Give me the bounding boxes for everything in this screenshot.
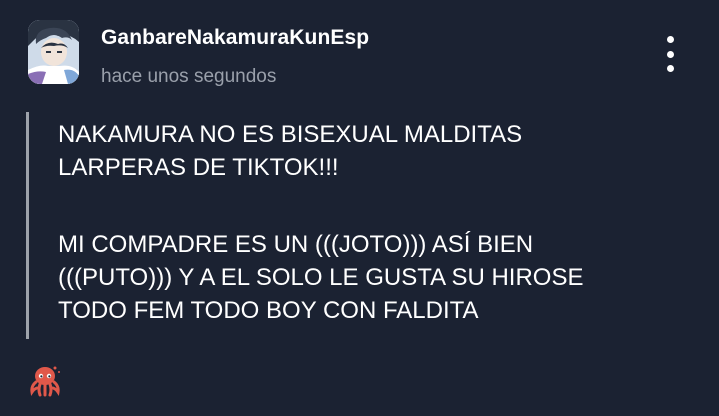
post-timestamp: hace unos segundos xyxy=(101,66,277,87)
post-line: LARPERAS DE TIKTOK!!! xyxy=(58,154,339,181)
post-line: TODO FEM TODO BOY CON FALDITA xyxy=(58,297,479,324)
more-vertical-icon-dot xyxy=(666,50,674,58)
post-line: (((PUTO))) Y A EL SOLO LE GUSTA SU HIROS… xyxy=(58,264,584,291)
more-vertical-icon-dot xyxy=(666,65,674,72)
octopus-icon xyxy=(30,366,60,397)
more-options-button[interactable] xyxy=(655,34,685,74)
comment-post: GanbareNakamuraKunEsp hace unos segundos… xyxy=(0,0,719,416)
quote-bar xyxy=(26,112,29,339)
author-avatar[interactable] xyxy=(28,20,79,84)
avatar-image xyxy=(28,20,79,84)
author-name[interactable]: GanbareNakamuraKunEsp xyxy=(101,26,369,50)
post-line: NAKAMURA NO ES BISEXUAL MALDITAS xyxy=(58,121,523,148)
reaction-button[interactable] xyxy=(28,364,62,398)
post-line: MI COMPADRE ES UN (((JOTO))) ASÍ BIEN xyxy=(58,231,534,258)
post-body: NAKAMURA NO ES BISEXUAL MALDITAS LARPERA… xyxy=(58,118,698,327)
more-vertical-icon xyxy=(666,36,674,43)
